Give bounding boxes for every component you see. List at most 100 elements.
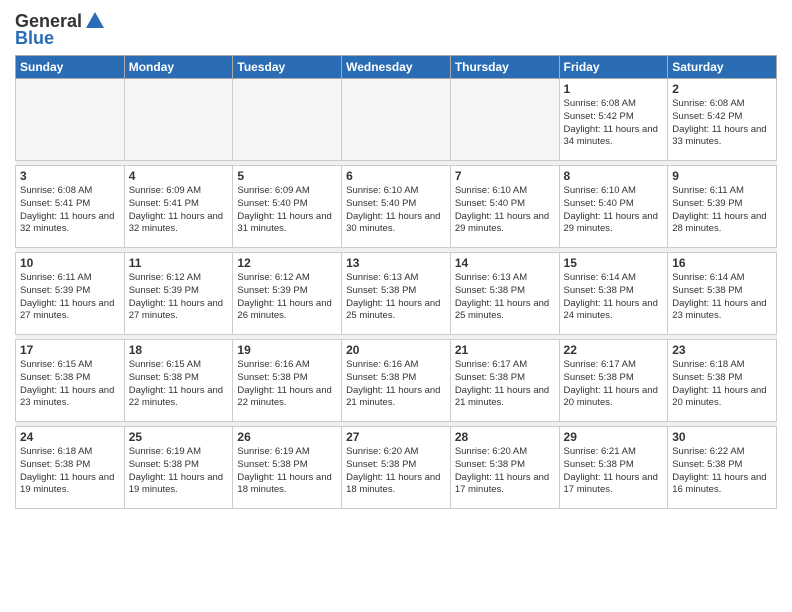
calendar-cell: 21Sunrise: 6:17 AM Sunset: 5:38 PM Dayli… xyxy=(450,340,559,422)
day-number: 24 xyxy=(20,430,120,444)
day-info: Sunrise: 6:17 AM Sunset: 5:38 PM Dayligh… xyxy=(564,359,664,410)
day-number: 12 xyxy=(237,256,337,270)
day-number: 22 xyxy=(564,343,664,357)
day-info: Sunrise: 6:08 AM Sunset: 5:41 PM Dayligh… xyxy=(20,185,120,236)
day-info: Sunrise: 6:12 AM Sunset: 5:39 PM Dayligh… xyxy=(237,272,337,323)
calendar-cell: 5 Sunrise: 6:09 AM Sunset: 5:40 PM Daylig… xyxy=(233,166,342,248)
calendar-cell: 19 Sunrise: 6:16 AM Sunset: 5:38 PM Dayli… xyxy=(233,340,342,422)
calendar-cell xyxy=(16,79,125,161)
day-number: 16 xyxy=(672,256,772,270)
day-info: Sunrise: 6:17 AM Sunset: 5:38 PM Dayligh… xyxy=(455,359,555,410)
calendar-cell: 24 Sunrise: 6:18 AM Sunset: 5:38 PM Dayli… xyxy=(16,427,125,509)
calendar-cell: 26Sunrise: 6:19 AM Sunset: 5:38 PM Dayli… xyxy=(233,427,342,509)
day-number: 18 xyxy=(129,343,229,357)
day-number: 11 xyxy=(129,256,229,270)
calendar-cell: 17 Sunrise: 6:15 AM Sunset: 5:38 PM Dayli… xyxy=(16,340,125,422)
calendar: SundayMondayTuesdayWednesdayThursdayFrid… xyxy=(15,55,777,509)
calendar-cell: 10Sunrise: 6:11 AM Sunset: 5:39 PM Dayli… xyxy=(16,253,125,335)
day-number: 17 xyxy=(20,343,120,357)
day-info: Sunrise: 6:09 AM Sunset: 5:41 PM Dayligh… xyxy=(129,185,229,236)
day-number: 26 xyxy=(237,430,337,444)
day-info: Sunrise: 6:21 AM Sunset: 5:38 PM Dayligh… xyxy=(564,446,664,497)
day-number: 23 xyxy=(672,343,772,357)
page-container: General Blue SundayMondayTuesdayWednesda… xyxy=(0,0,792,514)
calendar-week-4: 17 Sunrise: 6:15 AM Sunset: 5:38 PM Dayli… xyxy=(16,340,777,422)
calendar-cell: 23 Sunrise: 6:18 AM Sunset: 5:38 PM Dayli… xyxy=(668,340,777,422)
day-info: Sunrise: 6:14 AM Sunset: 5:38 PM Dayligh… xyxy=(672,272,772,323)
calendar-cell: 15 Sunrise: 6:14 AM Sunset: 5:38 PM Dayli… xyxy=(559,253,668,335)
calendar-week-1: 1 Sunrise: 6:08 AM Sunset: 5:42 PM Daylig… xyxy=(16,79,777,161)
calendar-cell: 7 Sunrise: 6:10 AM Sunset: 5:40 PM Daylig… xyxy=(450,166,559,248)
weekday-header-wednesday: Wednesday xyxy=(342,56,451,79)
weekday-header-tuesday: Tuesday xyxy=(233,56,342,79)
day-number: 3 xyxy=(20,169,120,183)
day-number: 20 xyxy=(346,343,446,357)
calendar-cell: 18Sunrise: 6:15 AM Sunset: 5:38 PM Dayli… xyxy=(124,340,233,422)
calendar-cell xyxy=(450,79,559,161)
day-number: 19 xyxy=(237,343,337,357)
day-info: Sunrise: 6:12 AM Sunset: 5:39 PM Dayligh… xyxy=(129,272,229,323)
calendar-cell xyxy=(233,79,342,161)
day-info: Sunrise: 6:14 AM Sunset: 5:38 PM Dayligh… xyxy=(564,272,664,323)
day-info: Sunrise: 6:18 AM Sunset: 5:38 PM Dayligh… xyxy=(672,359,772,410)
calendar-week-2: 3 Sunrise: 6:08 AM Sunset: 5:41 PM Daylig… xyxy=(16,166,777,248)
day-number: 29 xyxy=(564,430,664,444)
calendar-cell: 16 Sunrise: 6:14 AM Sunset: 5:38 PM Dayli… xyxy=(668,253,777,335)
day-number: 2 xyxy=(672,82,772,96)
day-number: 15 xyxy=(564,256,664,270)
header: General Blue xyxy=(15,10,777,49)
day-info: Sunrise: 6:19 AM Sunset: 5:38 PM Dayligh… xyxy=(129,446,229,497)
day-info: Sunrise: 6:10 AM Sunset: 5:40 PM Dayligh… xyxy=(564,185,664,236)
day-number: 13 xyxy=(346,256,446,270)
day-info: Sunrise: 6:16 AM Sunset: 5:38 PM Dayligh… xyxy=(237,359,337,410)
day-number: 27 xyxy=(346,430,446,444)
day-number: 7 xyxy=(455,169,555,183)
calendar-cell: 13 Sunrise: 6:13 AM Sunset: 5:38 PM Dayli… xyxy=(342,253,451,335)
day-number: 9 xyxy=(672,169,772,183)
day-info: Sunrise: 6:15 AM Sunset: 5:38 PM Dayligh… xyxy=(20,359,120,410)
day-info: Sunrise: 6:20 AM Sunset: 5:38 PM Dayligh… xyxy=(346,446,446,497)
calendar-cell: 29 Sunrise: 6:21 AM Sunset: 5:38 PM Dayli… xyxy=(559,427,668,509)
day-info: Sunrise: 6:16 AM Sunset: 5:38 PM Dayligh… xyxy=(346,359,446,410)
calendar-week-5: 24 Sunrise: 6:18 AM Sunset: 5:38 PM Dayli… xyxy=(16,427,777,509)
weekday-header-saturday: Saturday xyxy=(668,56,777,79)
calendar-cell: 25 Sunrise: 6:19 AM Sunset: 5:38 PM Dayli… xyxy=(124,427,233,509)
day-info: Sunrise: 6:22 AM Sunset: 5:38 PM Dayligh… xyxy=(672,446,772,497)
calendar-cell: 3 Sunrise: 6:08 AM Sunset: 5:41 PM Daylig… xyxy=(16,166,125,248)
logo-icon xyxy=(84,10,106,32)
day-number: 6 xyxy=(346,169,446,183)
calendar-cell: 14 Sunrise: 6:13 AM Sunset: 5:38 PM Dayli… xyxy=(450,253,559,335)
day-number: 25 xyxy=(129,430,229,444)
calendar-cell: 1Sunrise: 6:08 AM Sunset: 5:42 PM Daylig… xyxy=(559,79,668,161)
weekday-header-friday: Friday xyxy=(559,56,668,79)
day-number: 14 xyxy=(455,256,555,270)
calendar-cell xyxy=(124,79,233,161)
day-number: 1 xyxy=(564,82,664,96)
day-info: Sunrise: 6:13 AM Sunset: 5:38 PM Dayligh… xyxy=(346,272,446,323)
calendar-cell: 12 Sunrise: 6:12 AM Sunset: 5:39 PM Dayli… xyxy=(233,253,342,335)
day-info: Sunrise: 6:20 AM Sunset: 5:38 PM Dayligh… xyxy=(455,446,555,497)
calendar-cell: 6 Sunrise: 6:10 AM Sunset: 5:40 PM Daylig… xyxy=(342,166,451,248)
day-number: 8 xyxy=(564,169,664,183)
calendar-cell: 28Sunrise: 6:20 AM Sunset: 5:38 PM Dayli… xyxy=(450,427,559,509)
logo: General Blue xyxy=(15,10,106,49)
day-info: Sunrise: 6:10 AM Sunset: 5:40 PM Dayligh… xyxy=(346,185,446,236)
day-info: Sunrise: 6:08 AM Sunset: 5:42 PM Dayligh… xyxy=(672,98,772,149)
calendar-cell: 4 Sunrise: 6:09 AM Sunset: 5:41 PM Daylig… xyxy=(124,166,233,248)
day-number: 5 xyxy=(237,169,337,183)
day-info: Sunrise: 6:11 AM Sunset: 5:39 PM Dayligh… xyxy=(20,272,120,323)
weekday-header-thursday: Thursday xyxy=(450,56,559,79)
calendar-week-3: 10Sunrise: 6:11 AM Sunset: 5:39 PM Dayli… xyxy=(16,253,777,335)
day-number: 4 xyxy=(129,169,229,183)
calendar-cell: 11 Sunrise: 6:12 AM Sunset: 5:39 PM Dayli… xyxy=(124,253,233,335)
weekday-header-sunday: Sunday xyxy=(16,56,125,79)
calendar-cell: 2 Sunrise: 6:08 AM Sunset: 5:42 PM Daylig… xyxy=(668,79,777,161)
logo-blue-text: Blue xyxy=(15,28,54,49)
calendar-cell: 8 Sunrise: 6:10 AM Sunset: 5:40 PM Daylig… xyxy=(559,166,668,248)
day-info: Sunrise: 6:10 AM Sunset: 5:40 PM Dayligh… xyxy=(455,185,555,236)
day-info: Sunrise: 6:09 AM Sunset: 5:40 PM Dayligh… xyxy=(237,185,337,236)
day-info: Sunrise: 6:13 AM Sunset: 5:38 PM Dayligh… xyxy=(455,272,555,323)
weekday-header-row: SundayMondayTuesdayWednesdayThursdayFrid… xyxy=(16,56,777,79)
calendar-cell: 30Sunrise: 6:22 AM Sunset: 5:38 PM Dayli… xyxy=(668,427,777,509)
day-info: Sunrise: 6:18 AM Sunset: 5:38 PM Dayligh… xyxy=(20,446,120,497)
